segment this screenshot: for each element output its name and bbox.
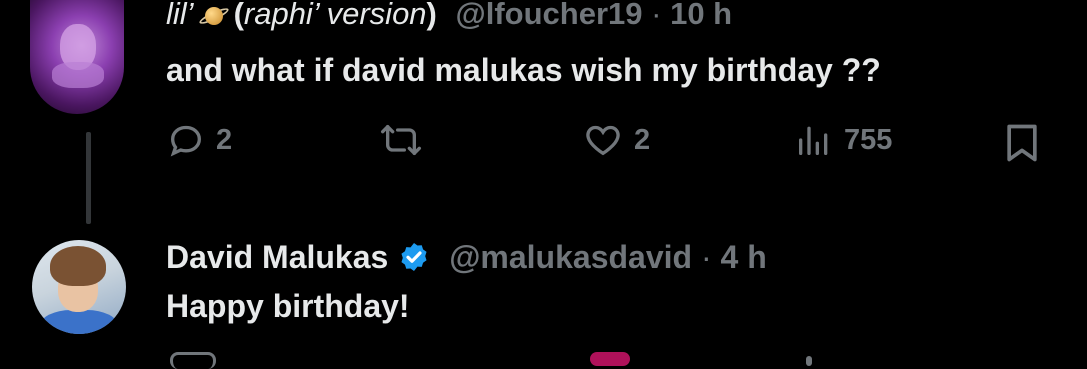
saturn-emoji-icon	[197, 0, 230, 32]
views-button[interactable]: 755	[794, 120, 892, 160]
tweet1-text: and what if david malukas wish my birthd…	[166, 52, 881, 88]
tweet1-handle[interactable]: @lfoucher19	[456, 0, 643, 31]
tweet2-separator: ·	[700, 239, 712, 275]
reply-button[interactable]: 2	[166, 120, 232, 160]
avatar-hands	[52, 62, 104, 88]
like-icon	[586, 125, 620, 156]
avatar-lfoucher19[interactable]	[30, 0, 124, 114]
retweet-button[interactable]	[372, 120, 430, 160]
tweet2-text: Happy birthday!	[166, 288, 410, 324]
views-count: 755	[844, 123, 893, 156]
like-count: 2	[634, 123, 651, 156]
tweet1-action-bar: 2 2 755	[0, 120, 1087, 166]
retweet-icon	[380, 125, 421, 155]
like-button[interactable]: 2	[582, 120, 650, 160]
tweet2-display-name[interactable]: David Malukas	[166, 239, 388, 275]
views-icon	[799, 126, 828, 155]
verified-badge-icon	[398, 241, 430, 283]
avatar-malukasdavid[interactable]	[32, 240, 126, 334]
tweet1-separator: ·	[651, 0, 662, 31]
tweet2-header: David Malukas @malukasdavid · 4 h	[166, 236, 767, 283]
bookmark-icon	[1007, 124, 1037, 162]
bookmark-button[interactable]	[1000, 120, 1044, 166]
avatar-hair	[50, 246, 106, 286]
reply-icon	[170, 125, 202, 157]
tweet2-like-icon-partial[interactable]	[590, 352, 630, 366]
tweet2-handle[interactable]: @malukasdavid	[449, 239, 692, 275]
tweet1-timestamp[interactable]: 10 h	[670, 0, 732, 31]
tweet1-name-suffix-text: raphi’ version	[243, 0, 427, 31]
tweet2-reply-icon-partial[interactable]	[170, 352, 216, 369]
avatar-suit	[40, 310, 118, 334]
tweet1-name-prefix: lil’	[166, 0, 194, 31]
tweet2-timestamp[interactable]: 4 h	[721, 239, 767, 275]
reply-count: 2	[216, 123, 233, 156]
tweet1-display-name[interactable]: lil’ (raphi’ version)	[166, 0, 437, 31]
tweet2-views-icon-partial[interactable]	[806, 356, 812, 366]
tweet1-header: lil’ (raphi’ version) @lfoucher19 · 10 h	[166, 0, 732, 34]
